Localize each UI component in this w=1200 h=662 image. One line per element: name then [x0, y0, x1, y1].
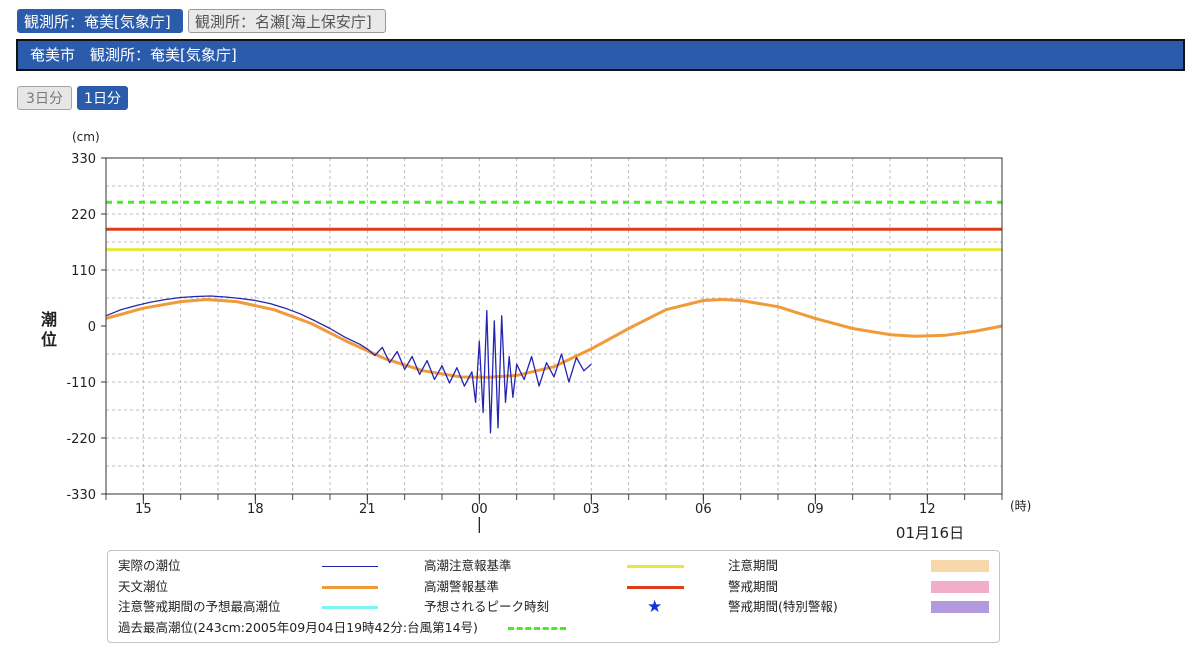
date-label: 01月16日 — [896, 524, 964, 542]
tide-chart: 330 220 110 0 -110 -220 -330 15 18 21 00 03 06 09 12 (c… — [41, 130, 1031, 542]
x-tick-label: 06 — [695, 502, 712, 517]
legend-special-warning-label: 警戒期間(特別警報) — [728, 599, 838, 614]
legend-actual-label: 実際の潮位 — [118, 558, 181, 573]
y-unit-label: (cm) — [72, 130, 100, 144]
legend-warning-period-box — [931, 581, 989, 593]
legend-peak-time-label: 予想されるピーク時刻 — [424, 599, 550, 614]
legend-record-high-line — [508, 627, 566, 630]
x-tick-label: 00 — [471, 502, 488, 517]
x-tick-label: 18 — [247, 502, 264, 517]
legend-special-warning-box — [931, 601, 989, 613]
y-tick-label: -220 — [66, 432, 96, 447]
x-tick-label: 12 — [919, 502, 936, 517]
x-unit-label: (時) — [1010, 499, 1031, 513]
y-tick-label: 220 — [71, 208, 96, 223]
legend-warning-line — [627, 586, 684, 589]
y-axis-label-char2: 位 — [41, 330, 57, 349]
peak-star-icon: ★ — [647, 597, 663, 617]
x-tick-label: 15 — [135, 502, 152, 517]
legend-forecast-max-line — [322, 606, 378, 609]
legend-forecast-max-label: 注意警戒期間の予想最高潮位 — [118, 599, 281, 614]
y-tick-label: 0 — [88, 320, 96, 335]
y-axis-label-char1: 潮 — [41, 310, 57, 329]
legend-warning-period-label: 警戒期間 — [728, 579, 779, 594]
legend-astronomical-line — [322, 586, 378, 589]
x-tick-label: 09 — [807, 502, 824, 517]
legend-astronomical-label: 天文潮位 — [118, 579, 169, 594]
legend-warning-label: 高潮警報基準 — [424, 579, 500, 594]
y-tick-label: -110 — [66, 376, 96, 391]
y-tick-label: 330 — [71, 152, 96, 167]
x-tick-label: 21 — [359, 502, 376, 517]
legend-record-high-label: 過去最高潮位(243cm:2005年09月04日19時42分:台風第14号) — [118, 620, 478, 635]
legend-caution-period-box — [931, 560, 989, 572]
y-tick-label: -330 — [66, 488, 96, 503]
y-tick-label: 110 — [71, 264, 96, 279]
x-tick-label: 03 — [583, 502, 600, 517]
legend-advisory-line — [627, 565, 684, 568]
legend-caution-period-label: 注意期間 — [728, 558, 779, 573]
chart-legend: 実際の潮位 高潮注意報基準 注意期間 天文潮位 高潮警報基準 警戒期間 注意警戒… — [107, 550, 1000, 643]
legend-actual-line — [322, 566, 378, 567]
legend-advisory-label: 高潮注意報基準 — [424, 558, 512, 573]
